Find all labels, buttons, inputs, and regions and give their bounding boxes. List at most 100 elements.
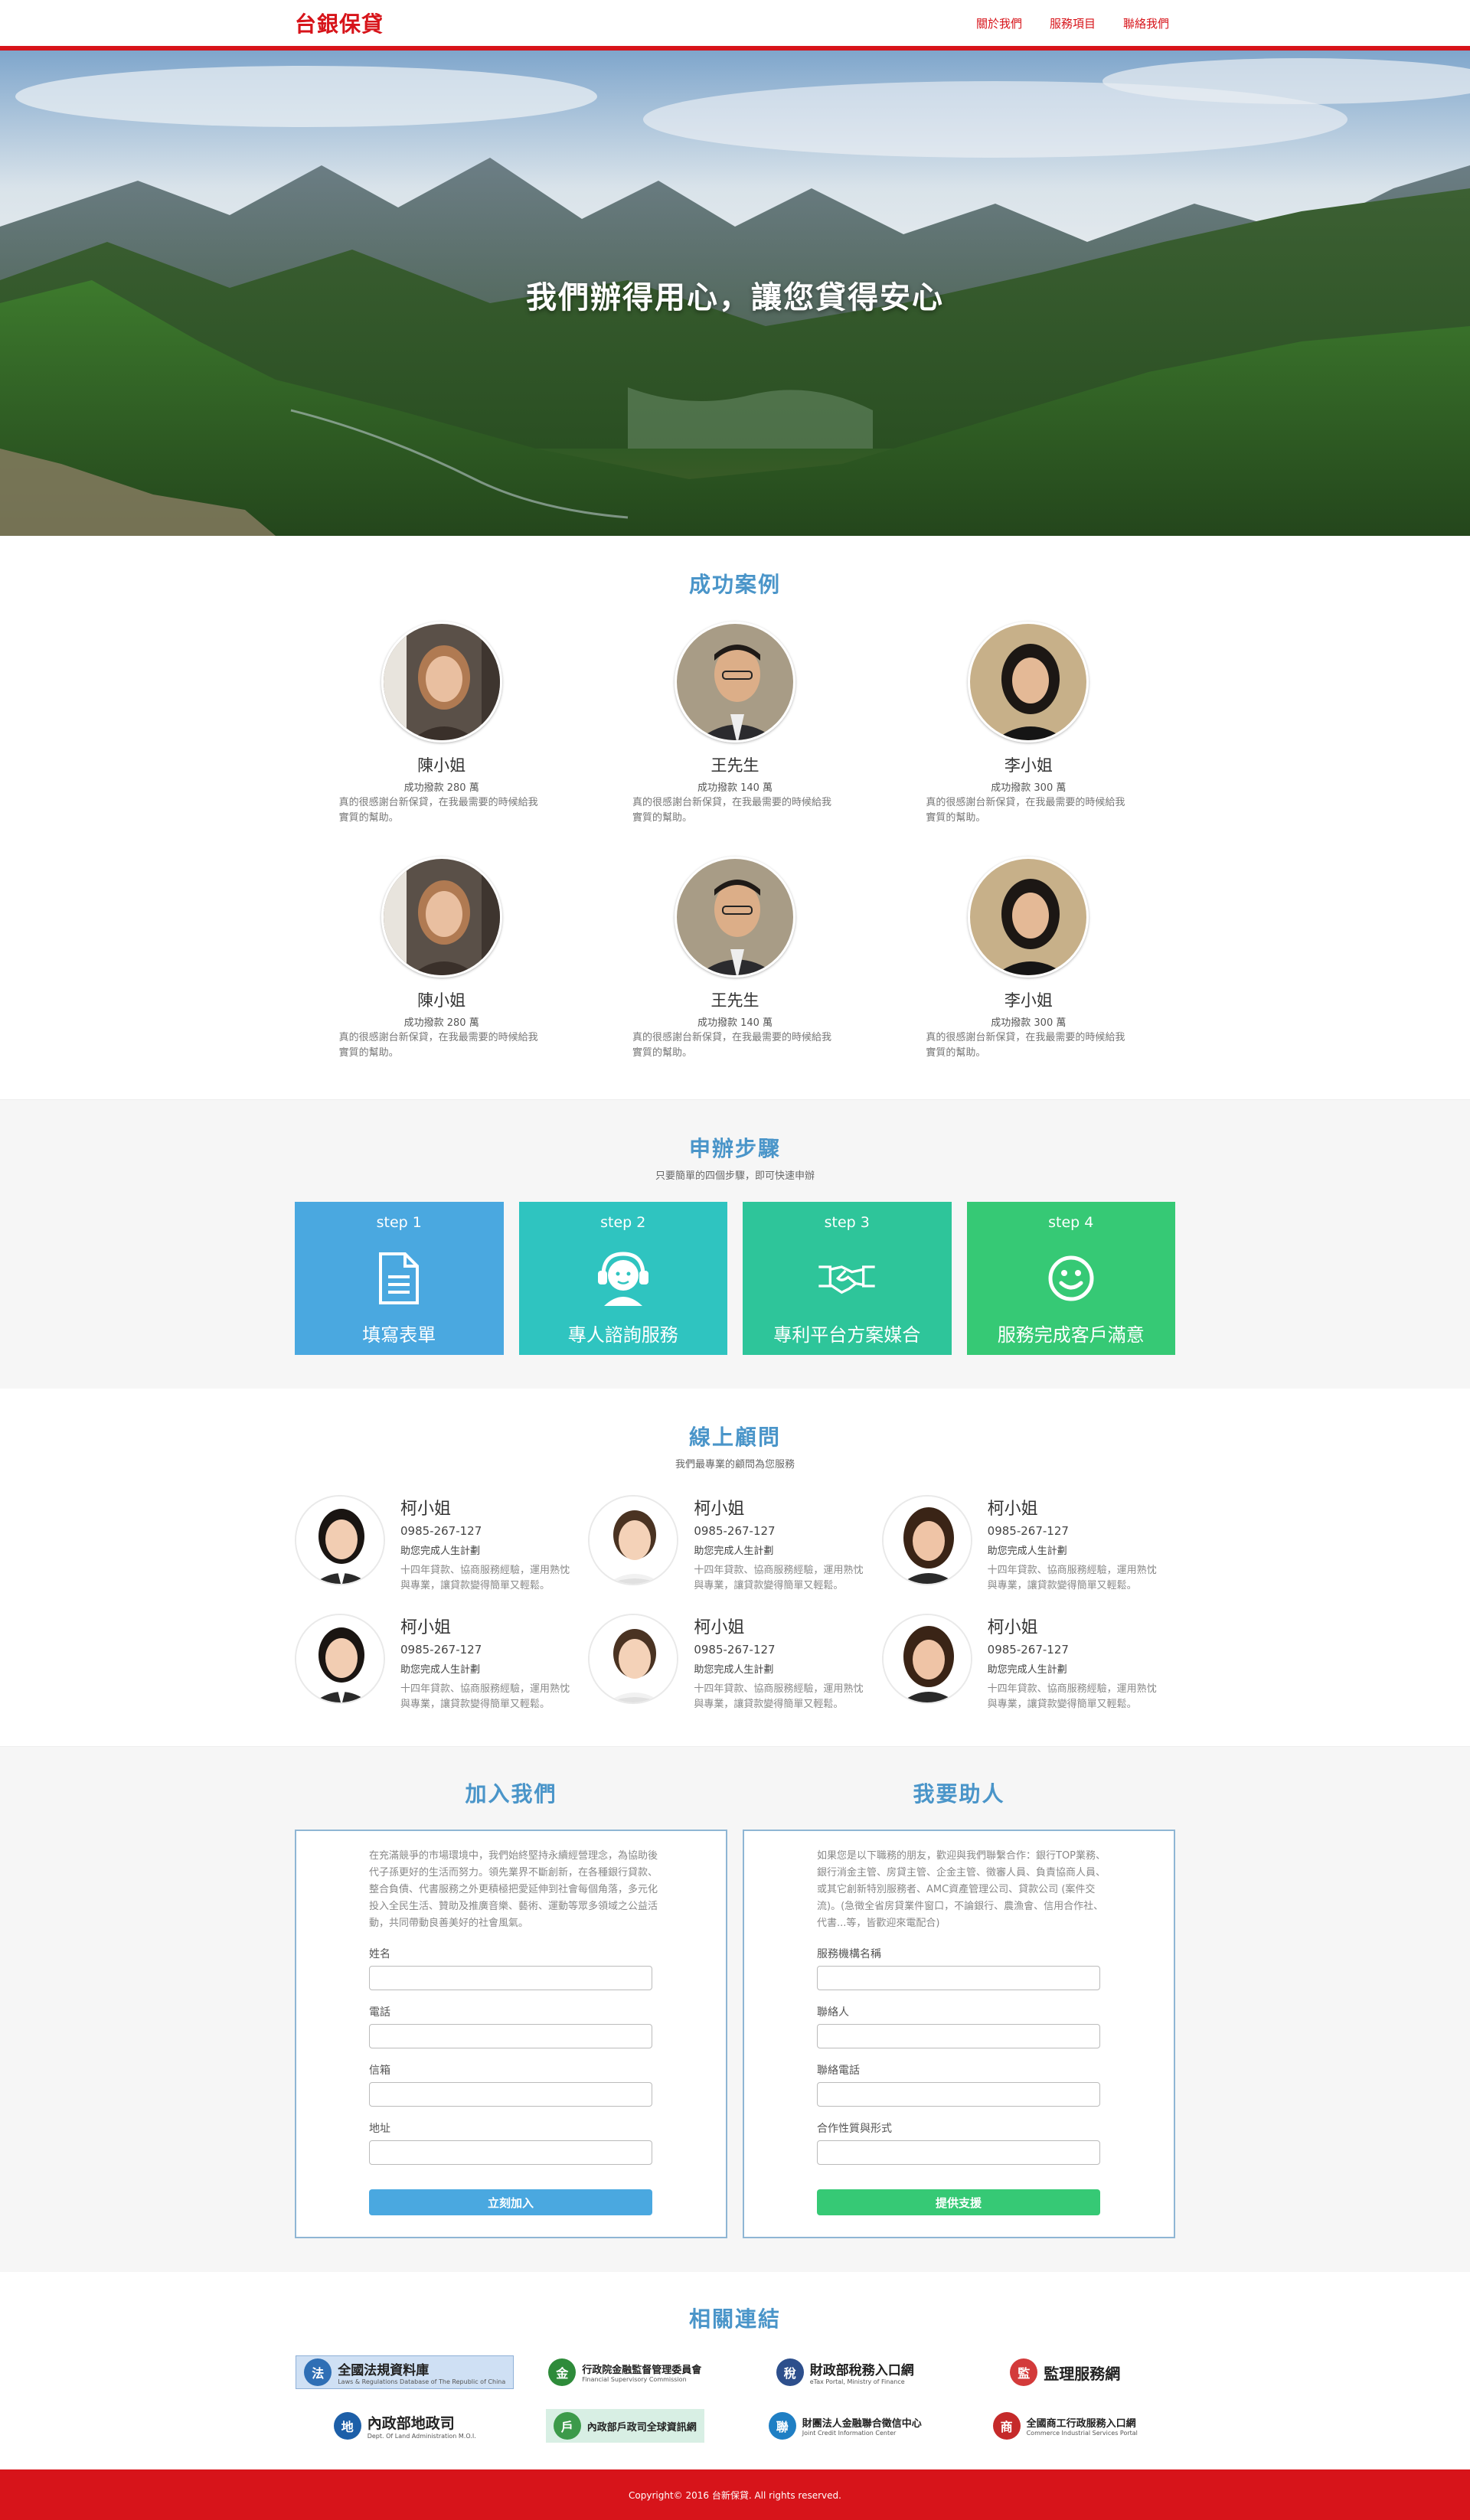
brand-logo[interactable]: 台銀保貸: [295, 8, 384, 38]
consultant-card: 柯小姐 0985-267-127 助您完成人生計劃 十四年貸款、協商服務經驗，運…: [588, 1614, 881, 1712]
avatar: [968, 622, 1089, 743]
avatar: [381, 857, 502, 978]
avatar: [881, 1614, 972, 1704]
document-icon: [368, 1248, 430, 1309]
consultant-name: 柯小姐: [400, 1618, 452, 1637]
join-form: 在充滿競爭的市場環境中，我們始終堅持永續經營理念，為協助後代子孫更好的生活而努力…: [295, 1830, 727, 2238]
case-card: 王先生 成功撥款 140 萬 真的很感謝台新保貸，在我最需要的時候給我實質的幫助…: [588, 622, 881, 826]
consultant-phone[interactable]: 0985-267-127: [400, 1643, 573, 1657]
help-title: 我要助人: [913, 1781, 1005, 1807]
contact-person-input[interactable]: [817, 2024, 1100, 2048]
case-desc: 真的很感謝台新保貸，在我最需要的時候給我實質的幫助。: [632, 797, 831, 824]
field-label: 聯絡電話: [817, 2065, 860, 2077]
consultant-name: 柯小姐: [987, 1500, 1038, 1519]
field-label: 姓名: [369, 1948, 390, 1960]
step-label: step 3: [824, 1214, 870, 1231]
consultant-tagline: 助您完成人生計劃: [694, 1664, 774, 1676]
help-form: 如果您是以下職務的朋友，歡迎與我們聯繫合作：銀行TOP業務、銀行消金主管、房貸主…: [743, 1830, 1175, 2238]
case-desc: 真的很感謝台新保貸，在我最需要的時候給我實質的幫助。: [338, 797, 538, 824]
field-label: 服務機構名稱: [817, 1948, 881, 1960]
consultant-desc: 十四年貸款、協商服務經驗，運用熟忱與專業，讓貸款變得簡單又輕鬆。: [987, 1565, 1157, 1591]
link-mvdis[interactable]: 監監理服務網: [956, 2355, 1176, 2390]
consultant-phone[interactable]: 0985-267-127: [694, 1524, 866, 1538]
case-card: 陳小姐 成功撥款 280 萬 真的很感謝台新保貸，在我最需要的時候給我實質的幫助…: [295, 857, 588, 1061]
nav-contact[interactable]: 聯絡我們: [1123, 15, 1169, 31]
link-law-database[interactable]: 法全國法規資料庫 Laws & Regulations Database of T…: [295, 2355, 515, 2390]
jcic-icon: 聯: [768, 2412, 796, 2440]
consultant-name: 柯小姐: [987, 1618, 1038, 1637]
field-label: 電話: [369, 2006, 390, 2019]
case-card: 王先生 成功撥款 140 萬 真的很感謝台新保貸，在我最需要的時候給我實質的幫助…: [588, 857, 881, 1061]
case-card: 陳小姐 成功撥款 280 萬 真的很感謝台新保貸，在我最需要的時候給我實質的幫助…: [295, 622, 588, 826]
consultant-phone[interactable]: 0985-267-127: [694, 1643, 866, 1657]
case-name: 陳小姐: [417, 991, 466, 1010]
consultant-tagline: 助您完成人生計劃: [987, 1664, 1067, 1676]
section-title: 線上顧問: [688, 1425, 781, 1450]
apply-steps-section: 申辦步驟 只要簡單的四個步驟，即可快速申辦 step 1 填寫表單 step 2…: [0, 1099, 1470, 1389]
join-title: 加入我們: [465, 1781, 557, 1807]
success-cases-section: 成功案例 陳小姐 成功撥款 280 萬 真的很感謝台新保貸，在我最需要的時候給我…: [0, 536, 1470, 1099]
consultant-desc: 十四年貸款、協商服務經驗，運用熟忱與專業，讓貸款變得簡單又輕鬆。: [694, 1565, 864, 1591]
consultant-tagline: 助您完成人生計劃: [987, 1546, 1067, 1557]
join-help-section: 加入我們 在充滿競爭的市場環境中，我們始終堅持永續經營理念，為協助後代子孫更好的…: [0, 1746, 1470, 2272]
join-now-button[interactable]: 立刻加入: [369, 2189, 652, 2215]
consultant-name: 柯小姐: [694, 1500, 745, 1519]
site-footer: Copyright© 2016 台新保貸. All rights reserve…: [0, 2469, 1470, 2520]
consultant-grid: 柯小姐 0985-267-127 助您完成人生計劃 十四年貸款、協商服務經驗，運…: [295, 1495, 1175, 1712]
link-jcic[interactable]: 聯財團法人金融聯合徵信中心 Joint Credit Information Ce…: [735, 2408, 956, 2443]
hero-banner: 我們辦得用心，讓您貸得安心: [0, 51, 1470, 536]
consultant-phone[interactable]: 0985-267-127: [988, 1524, 1160, 1538]
consultant-phone[interactable]: 0985-267-127: [400, 1524, 573, 1538]
cooperation-input[interactable]: [817, 2140, 1100, 2165]
case-desc: 真的很感謝台新保貸，在我最需要的時候給我實質的幫助。: [926, 1032, 1125, 1059]
etax-icon: 稅: [776, 2358, 804, 2386]
step-text: 填寫表單: [362, 1324, 436, 1346]
case-amount: 成功撥款 280 萬: [403, 782, 479, 794]
link-etax[interactable]: 稅財政部稅務入口網 eTax Portal, Ministry of Financ…: [735, 2355, 956, 2390]
land-admin-icon: 地: [333, 2412, 361, 2440]
step-card-4[interactable]: step 4 服務完成客戶滿意: [966, 1202, 1175, 1355]
case-amount: 成功撥款 300 萬: [991, 782, 1067, 794]
provide-support-button[interactable]: 提供支援: [817, 2189, 1100, 2215]
copyright-text: Copyright© 2016 台新保貸. All rights reserve…: [629, 2489, 841, 2501]
avatar: [881, 1495, 972, 1585]
step-card-1[interactable]: step 1 填寫表單: [295, 1202, 504, 1355]
field-label: 信箱: [369, 2065, 390, 2077]
step-card-3[interactable]: step 3 專利平台方案媒合: [743, 1202, 952, 1355]
avatar: [588, 1614, 679, 1704]
join-us-column: 加入我們 在充滿競爭的市場環境中，我們始終堅持永續經營理念，為協助後代子孫更好的…: [295, 1777, 727, 2238]
related-links-section: 相關連結 法全國法規資料庫 Laws & Regulations Database…: [0, 2272, 1470, 2469]
field-label: 合作性質與形式: [817, 2123, 892, 2135]
help-column: 我要助人 如果您是以下職務的朋友，歡迎與我們聯繫合作：銀行TOP業務、銀行消金主…: [743, 1777, 1175, 2238]
nav-services[interactable]: 服務項目: [1050, 15, 1096, 31]
contact-phone-input[interactable]: [817, 2082, 1100, 2107]
step-text: 服務完成客戶滿意: [997, 1324, 1145, 1346]
main-nav: 關於我們 服務項目 聯絡我們: [976, 15, 1175, 31]
link-household[interactable]: 戶內政部戶政司全球資訊網: [515, 2408, 736, 2443]
case-name: 王先生: [710, 991, 760, 1010]
name-input[interactable]: [369, 1966, 652, 1990]
address-input[interactable]: [369, 2140, 652, 2165]
case-name: 王先生: [710, 756, 760, 775]
phone-input[interactable]: [369, 2024, 652, 2048]
organization-input[interactable]: [817, 1966, 1100, 1990]
section-title: 成功案例: [688, 572, 781, 597]
consultant-phone[interactable]: 0985-267-127: [988, 1643, 1160, 1657]
section-subtitle: 只要簡單的四個步驟，即可快速申辦: [655, 1170, 815, 1182]
link-commerce-portal[interactable]: 商全國商工行政服務入口網 Commerce Industrial Services…: [956, 2408, 1176, 2443]
consultant-info: 柯小姐 0985-267-127 助您完成人生計劃 十四年貸款、協商服務經驗，運…: [400, 1495, 573, 1594]
mvdis-icon: 監: [1010, 2358, 1038, 2386]
section-subtitle: 我們最專業的顧問為您服務: [675, 1459, 795, 1471]
step-text: 專利平台方案媒合: [773, 1324, 921, 1346]
case-amount: 成功撥款 280 萬: [403, 1017, 479, 1029]
email-input[interactable]: [369, 2082, 652, 2107]
step-card-2[interactable]: step 2 專人諮詢服務: [518, 1202, 727, 1355]
link-fsc[interactable]: 金行政院金融監督管理委員會 Financial Supervisory Commi…: [515, 2355, 736, 2390]
section-title: 相關連結: [688, 2306, 781, 2332]
nav-about[interactable]: 關於我們: [976, 15, 1022, 31]
link-land-admin[interactable]: 地內政部地政司 Dept. Of Land Administration M.O.…: [295, 2408, 515, 2443]
avatar: [968, 857, 1089, 978]
consultant-card: 柯小姐 0985-267-127 助您完成人生計劃 十四年貸款、協商服務經驗，運…: [295, 1614, 588, 1712]
commerce-portal-icon: 商: [992, 2412, 1021, 2440]
case-desc: 真的很感謝台新保貸，在我最需要的時候給我實質的幫助。: [338, 1032, 538, 1059]
